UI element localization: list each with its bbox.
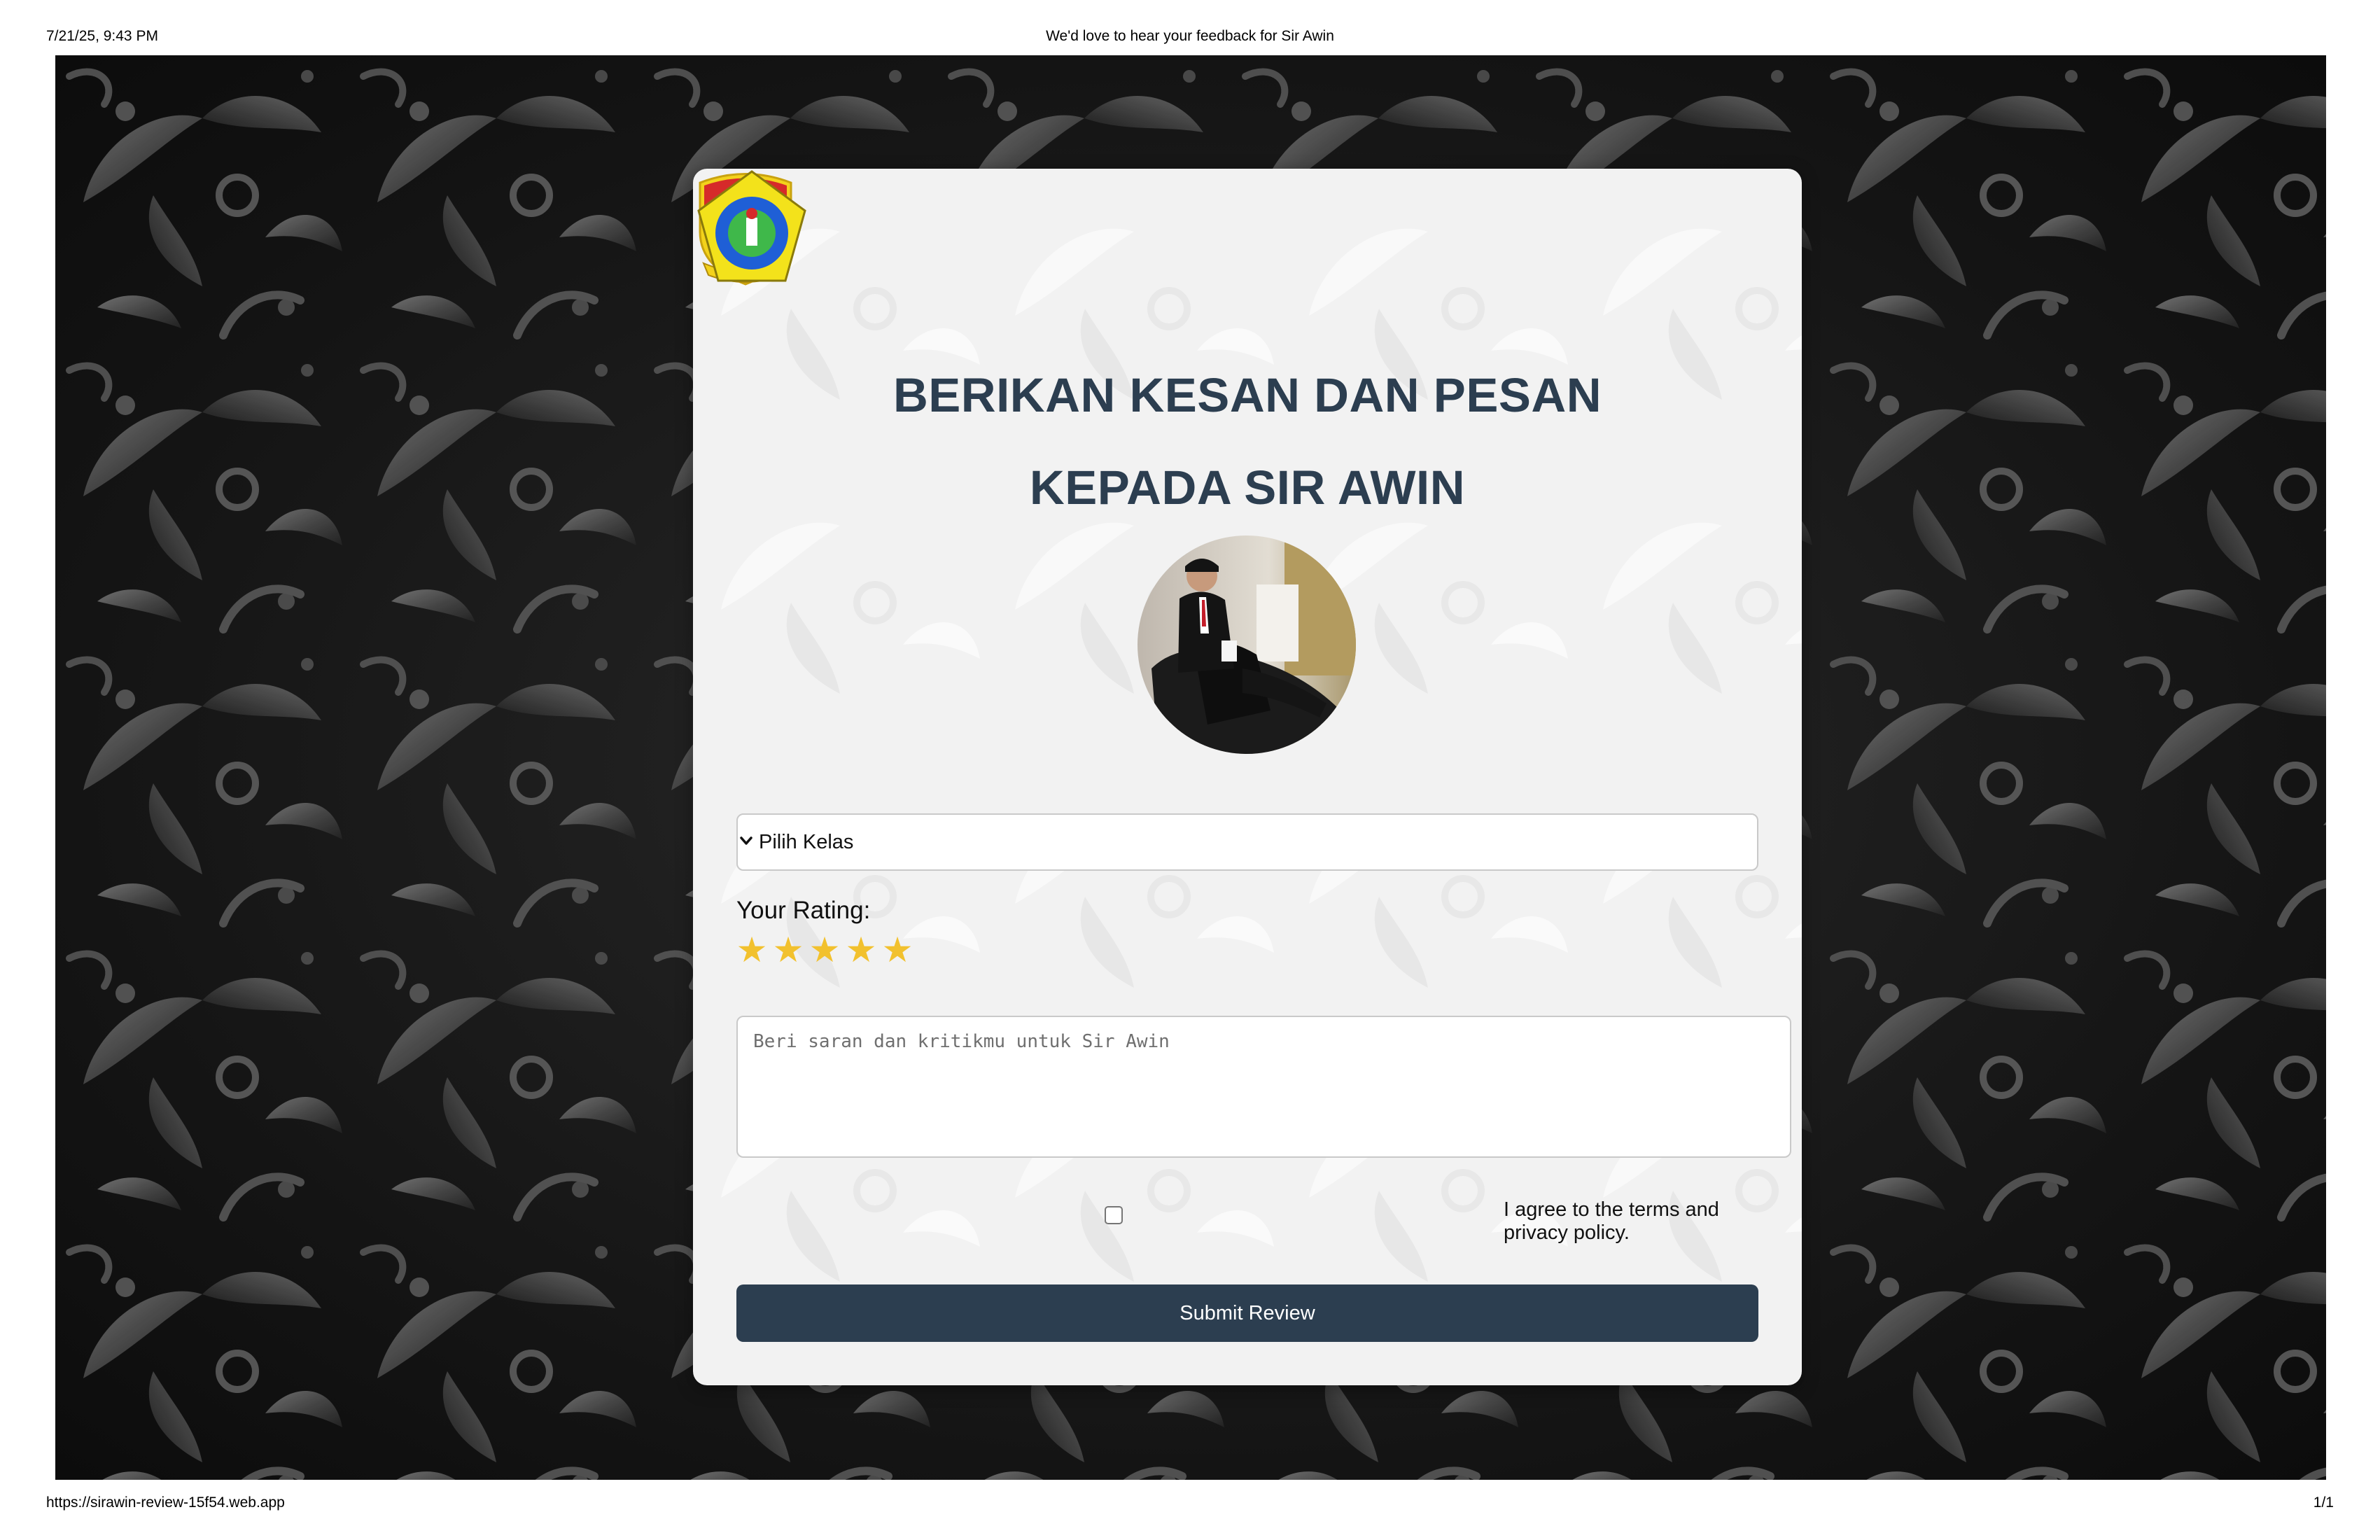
teacher-photo [1138,536,1356,754]
rating-stars: ★ ★ ★ ★ ★ [734,929,916,971]
page-background: BERIKAN KESAN DAN PESAN KEPADA SIR AWIN [55,55,2326,1480]
rating-label: Your Rating: [736,897,871,924]
class-select-value: Pilih Kelas [759,831,854,853]
print-footer: https://sirawin-review-15f54.web.app 1/1 [0,1494,2380,1516]
page-title-line-2: KEPADA SIR AWIN [1029,461,1466,514]
star-icon[interactable]: ★ [879,929,916,971]
class-select[interactable]: Pilih Kelas [736,813,1758,871]
print-url: https://sirawin-review-15f54.web.app [46,1494,285,1511]
review-card: BERIKAN KESAN DAN PESAN KEPADA SIR AWIN [693,169,1802,1385]
print-title: We'd love to hear your feedback for Sir … [1046,28,1334,44]
review-placeholder: Beri saran dan kritikmu untuk Sir Awin [753,1031,1170,1052]
chevron-down-icon [740,836,752,845]
submit-review-button[interactable]: Submit Review [736,1284,1758,1342]
review-textarea[interactable]: Beri saran dan kritikmu untuk Sir Awin [736,1016,1791,1158]
print-page-number: 1/1 [2313,1494,2334,1511]
page-title-line-1: BERIKAN KESAN DAN PESAN [892,368,1602,422]
star-icon[interactable]: ★ [770,929,806,971]
agree-checkbox[interactable] [1105,1206,1123,1224]
star-icon[interactable]: ★ [734,929,770,971]
star-icon[interactable]: ★ [806,929,843,971]
teacher-avatar [1138,536,1356,754]
university-seal-logo [697,170,806,282]
print-header: 7/21/25, 9:43 PM We'd love to hear your … [0,28,2380,49]
agree-label: I agree to the terms and privacy policy. [1504,1198,1719,1244]
star-icon[interactable]: ★ [843,929,879,971]
